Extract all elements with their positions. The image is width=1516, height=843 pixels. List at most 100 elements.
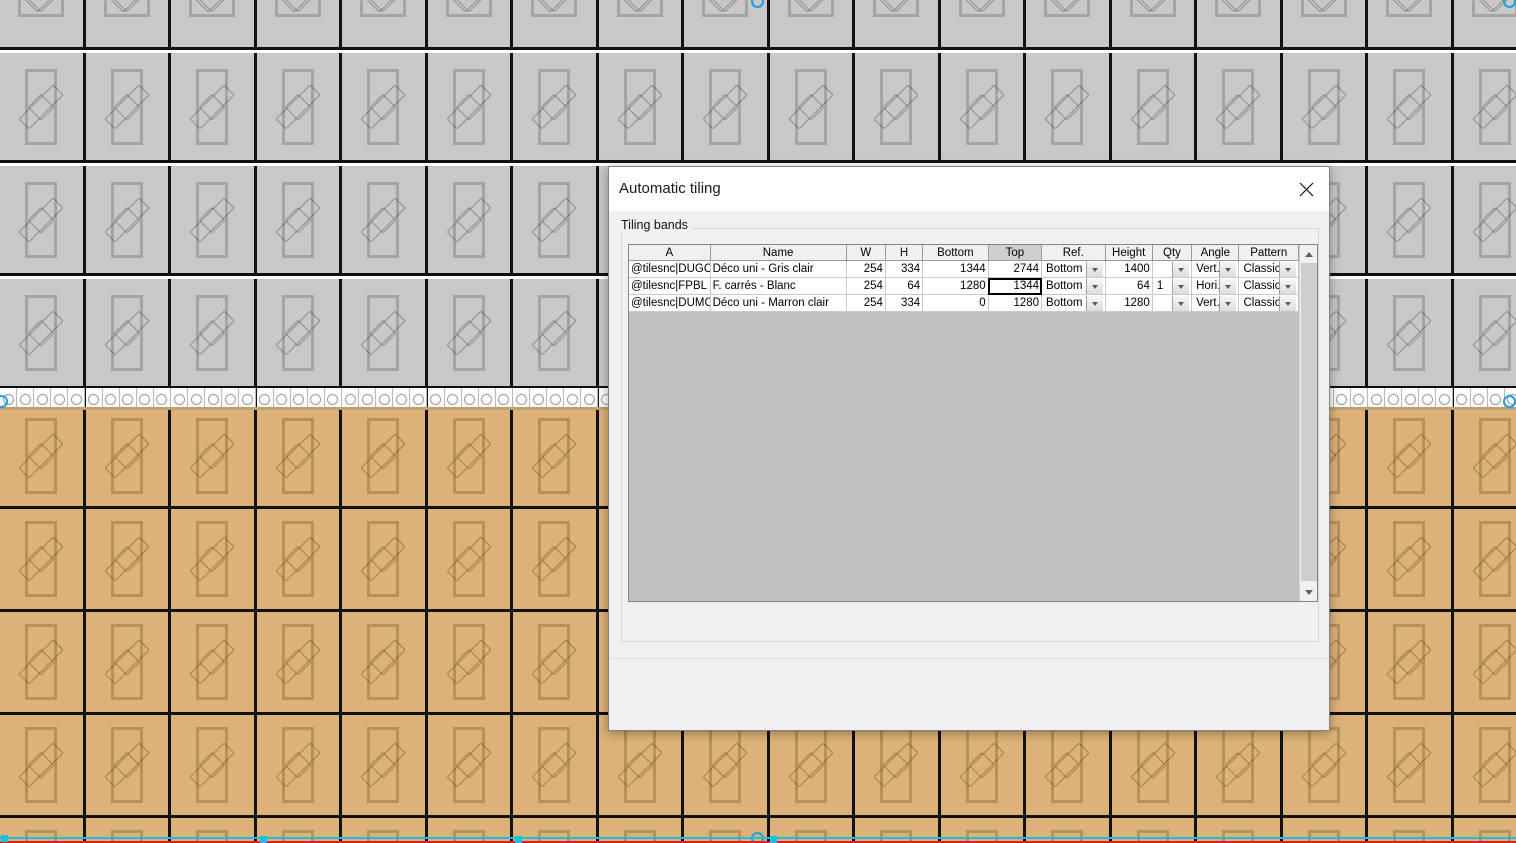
chevron-down-icon[interactable] — [1086, 295, 1103, 311]
diamond-inner-icon — [1472, 639, 1516, 684]
cell-h[interactable]: 334 — [885, 295, 922, 312]
cell-a[interactable]: @tilesnc|FPBL — [629, 278, 710, 295]
cell-qty[interactable] — [1152, 295, 1191, 312]
cell-w[interactable]: 254 — [846, 278, 885, 295]
diamond-inner-icon — [532, 536, 577, 581]
tile-motif — [1393, 521, 1425, 597]
col-header-ref[interactable]: Ref. — [1042, 245, 1105, 261]
tile-motif — [453, 69, 485, 145]
list-vertical-scrollbar[interactable] — [1299, 245, 1317, 601]
tiling-bands-table: A Name W H Bottom Top Ref. Height Qty An… — [629, 245, 1299, 312]
chevron-down-icon[interactable] — [1219, 295, 1236, 311]
diamond-inner-icon — [275, 197, 320, 242]
cell-w[interactable]: 254 — [846, 261, 885, 278]
guide-node-left[interactable] — [1, 835, 8, 842]
cell-angle-value: Hori. — [1194, 279, 1219, 294]
wall-tile — [1454, 53, 1516, 163]
col-header-angle[interactable]: Angle — [1192, 245, 1239, 261]
tile-motif — [873, 0, 919, 17]
wall-tile — [0, 715, 86, 818]
tile-motif — [538, 521, 570, 597]
cell-ref[interactable]: Bottom — [1042, 261, 1105, 278]
tile-motif — [880, 69, 912, 145]
cell-pattern[interactable]: Classic — [1239, 278, 1299, 295]
chevron-down-icon[interactable] — [1219, 261, 1236, 277]
chevron-down-icon[interactable] — [1172, 295, 1189, 311]
chevron-down-icon[interactable] — [1172, 278, 1189, 294]
cell-bottom[interactable]: 1344 — [923, 261, 988, 278]
chevron-down-icon[interactable] — [1279, 295, 1296, 311]
chevron-up-icon[interactable] — [1300, 245, 1318, 263]
cell-qty[interactable]: 1 — [1152, 278, 1191, 295]
scrollbar-thumb[interactable] — [1301, 263, 1317, 581]
cell-name[interactable]: Déco uni - Gris clair — [710, 261, 846, 278]
diamond-inner-icon — [1472, 197, 1516, 242]
cell-height[interactable]: 64 — [1105, 278, 1152, 295]
col-header-h[interactable]: H — [885, 245, 922, 261]
diamond-inner-icon — [446, 84, 491, 129]
col-header-name[interactable]: Name — [710, 245, 846, 261]
chevron-down-icon[interactable] — [1219, 278, 1236, 294]
cell-bottom[interactable]: 0 — [923, 295, 988, 312]
circle-icon — [156, 394, 167, 405]
cell-top[interactable]: 1280 — [988, 295, 1041, 312]
tile-motif — [453, 727, 485, 803]
col-header-bottom[interactable]: Bottom — [923, 245, 988, 261]
cell-angle[interactable]: Vert. — [1192, 295, 1239, 312]
wall-tile — [171, 53, 257, 163]
diamond-inner-icon — [959, 84, 1004, 129]
chevron-down-icon[interactable] — [1172, 261, 1189, 277]
tile-motif — [360, 0, 406, 17]
cell-w[interactable]: 254 — [846, 295, 885, 312]
col-header-pattern[interactable]: Pattern — [1239, 245, 1299, 261]
wall-tile — [513, 53, 599, 163]
guide-node-mid3[interactable] — [770, 836, 777, 843]
tile-motif — [367, 295, 399, 371]
cell-h[interactable]: 334 — [885, 261, 922, 278]
col-header-height[interactable]: Height — [1105, 245, 1152, 261]
cell-qty[interactable] — [1152, 261, 1191, 278]
cell-top-selected[interactable]: 1344 — [988, 278, 1041, 295]
wall-tile — [1197, 818, 1283, 843]
cell-a[interactable]: @tilesnc|DUGC — [629, 261, 710, 278]
cell-ref[interactable]: Bottom — [1042, 278, 1105, 295]
cell-angle[interactable]: Vert. — [1192, 261, 1239, 278]
chevron-down-icon[interactable] — [1279, 261, 1296, 277]
cell-angle[interactable]: Hori. — [1192, 278, 1239, 295]
cell-pattern[interactable]: Classic — [1239, 295, 1299, 312]
cell-ref[interactable]: Bottom — [1042, 295, 1105, 312]
diamond-inner-icon — [959, 742, 1004, 787]
cell-ref-value: Bottom — [1044, 262, 1085, 277]
chevron-down-icon[interactable] — [1086, 261, 1103, 277]
wall-tile — [1368, 612, 1454, 715]
wall-tile — [1368, 410, 1454, 509]
guide-node-mid2[interactable] — [515, 836, 522, 843]
cell-bottom[interactable]: 1280 — [923, 278, 988, 295]
table-row[interactable]: @tilesnc|DUMC Déco uni - Marron clair 25… — [629, 295, 1299, 312]
selection-handle-right[interactable] — [1503, 395, 1516, 408]
tiling-bands-list[interactable]: A Name W H Bottom Top Ref. Height Qty An… — [628, 244, 1318, 602]
cell-height[interactable]: 1400 — [1105, 261, 1152, 278]
cell-angle-value: Vert. — [1194, 296, 1219, 311]
cell-top[interactable]: 2744 — [988, 261, 1041, 278]
guide-node-mid1[interactable] — [260, 836, 267, 843]
table-row[interactable]: @tilesnc|DUGC Déco uni - Gris clair 254 … — [629, 261, 1299, 278]
scrollbar-track[interactable] — [1300, 263, 1318, 583]
chevron-down-icon[interactable] — [1300, 583, 1318, 601]
col-header-a[interactable]: A — [629, 245, 710, 261]
cell-h[interactable]: 64 — [885, 278, 922, 295]
wall-tile — [86, 279, 172, 388]
table-row[interactable]: @tilesnc|FPBL F. carrés - Blanc 254 64 1… — [629, 278, 1299, 295]
cell-name[interactable]: F. carrés - Blanc — [710, 278, 846, 295]
col-header-w[interactable]: W — [846, 245, 885, 261]
chevron-down-icon[interactable] — [1279, 278, 1296, 294]
chevron-down-icon[interactable] — [1086, 278, 1103, 294]
cell-pattern[interactable]: Classic — [1239, 261, 1299, 278]
cell-name[interactable]: Déco uni - Marron clair — [710, 295, 846, 312]
col-header-top[interactable]: Top — [988, 245, 1041, 261]
col-header-qty[interactable]: Qty — [1152, 245, 1191, 261]
close-icon[interactable] — [1283, 167, 1329, 211]
cell-height[interactable]: 1280 — [1105, 295, 1152, 312]
cell-a[interactable]: @tilesnc|DUMC — [629, 295, 710, 312]
diamond-inner-icon — [1387, 310, 1432, 355]
